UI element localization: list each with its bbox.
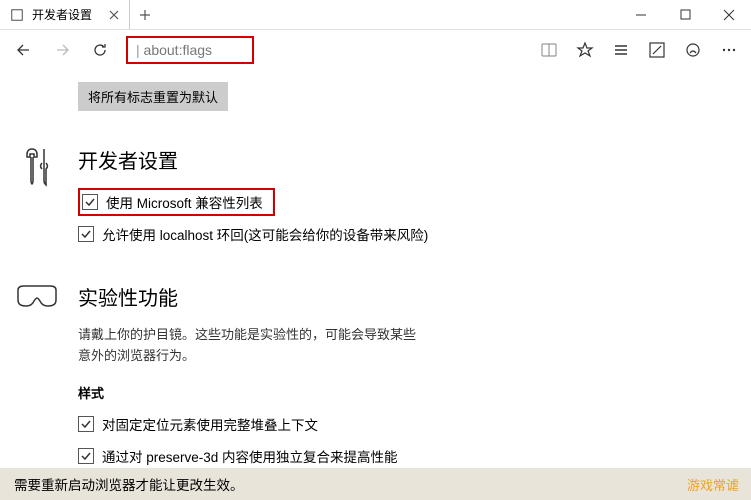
fixed-position-label: 对固定定位元素使用完整堆叠上下文 [102,414,318,434]
refresh-button[interactable] [82,32,118,68]
hub-button[interactable] [605,32,637,68]
compat-list-label: 使用 Microsoft 兼容性列表 [106,192,263,212]
reset-flags-button[interactable]: 将所有标志重置为默认 [78,82,228,111]
maximize-button[interactable] [663,0,707,29]
close-tab-icon[interactable] [107,8,121,22]
close-window-button[interactable] [707,0,751,29]
checkbox-checked-icon [78,226,94,242]
checkbox-checked-icon [78,416,94,432]
forward-button[interactable] [44,32,80,68]
localhost-loopback-label: 允许使用 localhost 环回(这可能会给你的设备带来风险) [102,224,428,244]
page-icon [10,8,24,22]
back-button[interactable] [6,32,42,68]
checkbox-checked-icon [82,194,98,210]
address-bar[interactable]: | about:flags [126,36,254,64]
more-button[interactable] [713,32,745,68]
goggles-icon [14,282,60,310]
reading-view-button[interactable] [533,32,565,68]
preserve-3d-checkbox-row[interactable]: 通过对 preserve-3d 内容使用独立复合来提高性能 [78,444,751,468]
favorite-button[interactable] [569,32,601,68]
address-url: about:flags [144,42,213,58]
experimental-description: 请戴上你的护目镜。这些功能是实验性的，可能会导致某些意外的浏览器行为。 [78,325,418,367]
fixed-position-checkbox-row[interactable]: 对固定定位元素使用完整堆叠上下文 [78,412,751,436]
checkbox-checked-icon [78,448,94,464]
watermark-text: 游戏常谑 [687,475,739,494]
new-tab-button[interactable] [130,0,160,29]
styles-subheading: 样式 [78,383,751,402]
developer-settings-heading: 开发者设置 [78,145,751,174]
tab-title: 开发者设置 [32,6,92,23]
preserve-3d-label: 通过对 preserve-3d 内容使用独立复合来提高性能 [102,446,398,466]
localhost-loopback-checkbox-row[interactable]: 允许使用 localhost 环回(这可能会给你的设备带来风险) [78,222,751,246]
compat-list-checkbox-row[interactable]: 使用 Microsoft 兼容性列表 [78,188,275,216]
restart-banner-text: 需要重新启动浏览器才能让更改生效。 [14,474,244,494]
browser-tab[interactable]: 开发者设置 [0,0,130,29]
tools-icon [14,145,60,187]
minimize-button[interactable] [619,0,663,29]
webnote-button[interactable] [641,32,673,68]
share-button[interactable] [677,32,709,68]
experimental-features-heading: 实验性功能 [78,282,751,311]
restart-banner: 需要重新启动浏览器才能让更改生效。 [0,468,751,500]
